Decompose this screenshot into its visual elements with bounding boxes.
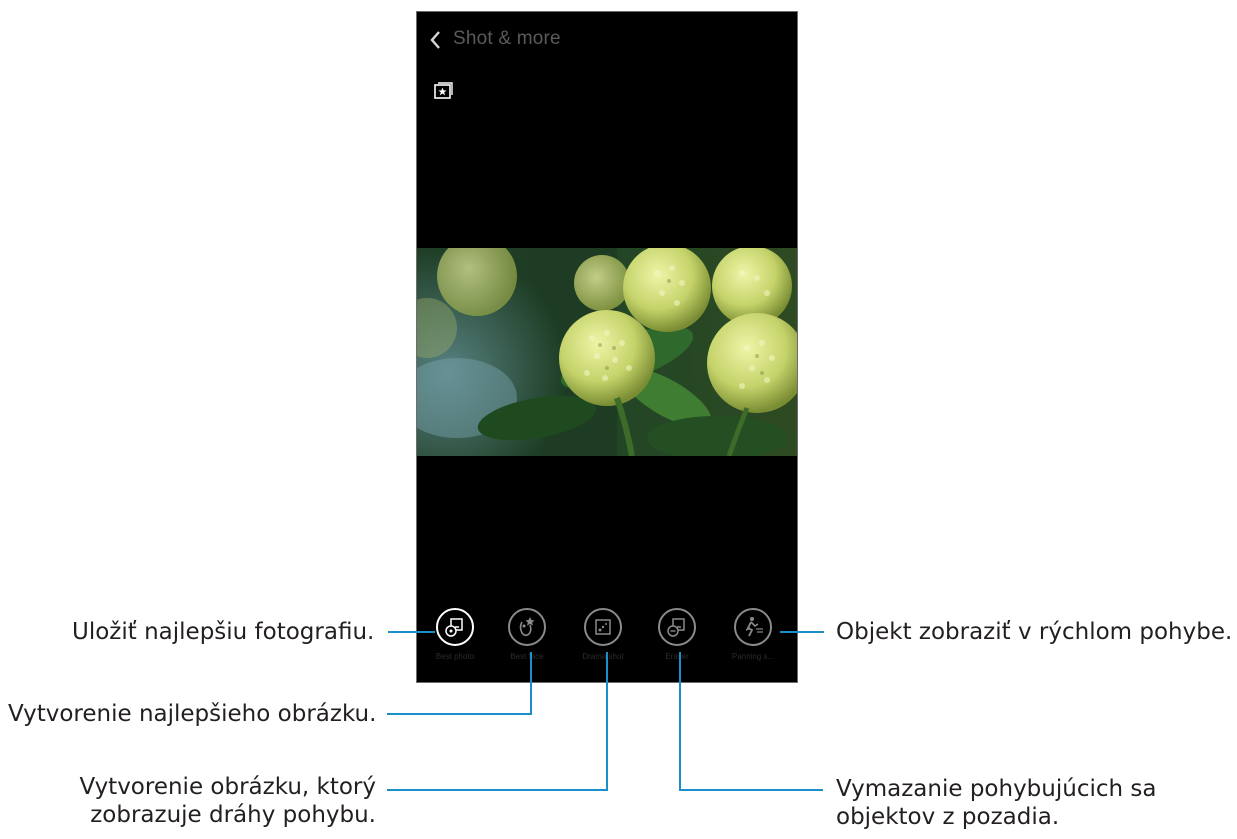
chevron-left-icon[interactable]: [425, 26, 447, 54]
panning-shot-label: Panning s...: [731, 652, 775, 661]
callout-best-face: Vytvorenie najlepšieho obrázku.: [8, 701, 377, 727]
callout-best-photo: Uložiť najlepšiu fotografiu.: [72, 619, 375, 645]
callout-panning-shot: Objekt zobraziť v rýchlom pohybe.: [836, 619, 1233, 645]
drama-shot-label: Drama shot: [582, 652, 624, 661]
top-bar: Shot & more: [417, 12, 797, 68]
best-face-icon: [519, 617, 535, 637]
callout-eraser-line2: objektov z pozadia.: [836, 804, 1060, 830]
drama-shot-button[interactable]: [584, 608, 622, 646]
drama-shot-icon: [595, 619, 611, 635]
phone-screen: Shot & more Best photo Best face Drama s…: [417, 12, 797, 682]
eraser-icon: [667, 618, 685, 637]
callout-drama-shot-line1: Vytvorenie obrázku, ktorý: [79, 774, 376, 800]
star-album-icon[interactable]: [433, 80, 455, 100]
panning-shot-icon: [745, 617, 763, 637]
callout-drama-shot: Vytvorenie obrázku, ktorý zobrazuje dráh…: [70, 773, 376, 829]
eraser-label: Eraser: [665, 652, 689, 661]
callout-eraser-line1: Vymazanie pohybujúcich sa: [836, 776, 1157, 802]
best-face-button[interactable]: [508, 608, 546, 646]
best-photo-icon: [445, 618, 463, 637]
best-photo-label: Best photo: [435, 652, 475, 661]
callout-drama-shot-line2: zobrazuje dráhy pohybu.: [90, 802, 376, 828]
best-photo-button[interactable]: [436, 608, 474, 646]
panning-shot-button[interactable]: [734, 608, 772, 646]
page-title: Shot & more: [453, 28, 561, 49]
best-face-label: Best face: [510, 652, 544, 661]
eraser-button[interactable]: [658, 608, 696, 646]
preview-photo: [417, 236, 797, 460]
callout-eraser: Vymazanie pohybujúcich sa objektov z poz…: [836, 775, 1156, 831]
